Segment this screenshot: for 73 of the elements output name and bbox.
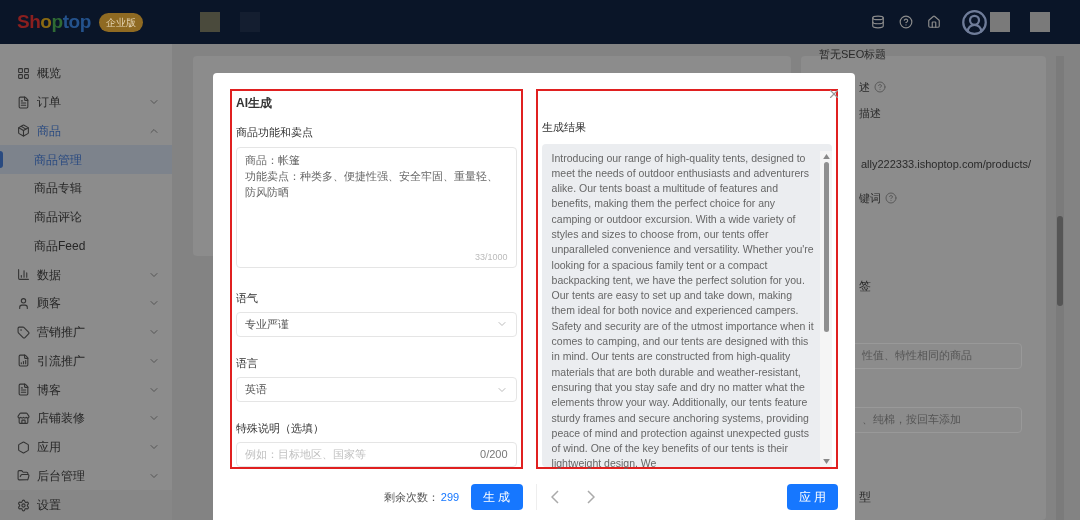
grid-icon (17, 66, 30, 80)
next-button[interactable] (586, 490, 595, 504)
menu-item[interactable]: 顾客 (0, 289, 172, 318)
menu-item[interactable]: 设置 (0, 490, 172, 520)
field-label: 商品功能和卖点 (236, 125, 314, 140)
menu-item[interactable]: 营销推广 (0, 317, 172, 347)
blurred-block (990, 12, 1010, 32)
char-counter: 0/200 (480, 447, 508, 463)
menu-item[interactable]: 店铺装修 (0, 404, 172, 433)
menu-item[interactable]: 概览 (0, 59, 172, 88)
edition-badge: 企业版 (98, 12, 143, 32)
menu-item[interactable]: 引流推广 (0, 346, 172, 376)
tone-select[interactable]: 专业严谨 (236, 312, 517, 337)
report-icon (17, 354, 30, 368)
section-title: 型 (859, 488, 871, 506)
document-icon (17, 95, 30, 109)
scrollbar[interactable] (1056, 56, 1064, 520)
folder-icon (17, 469, 30, 483)
submenu-item[interactable]: 商品专辑 (0, 174, 172, 203)
chevron-left-icon (550, 490, 559, 504)
scrollbar[interactable] (820, 150, 832, 467)
remaining-count: 299 (440, 489, 460, 505)
scroll-down-arrow-icon[interactable] (822, 459, 830, 464)
field-label: 语言 (236, 355, 259, 371)
seo-title: 暂无SEO标题 (819, 47, 887, 62)
active-indicator (0, 151, 3, 169)
field-label: 语气 (236, 290, 259, 306)
features-textarea[interactable]: 商品：帐篷 功能卖点：种类多、便捷性强、安全牢固、重量轻、防风防晒 33/1000 (236, 146, 517, 268)
help-icon (874, 80, 886, 93)
store-icon (17, 411, 30, 425)
menu-item[interactable]: 商品 (0, 116, 172, 146)
close-button[interactable] (827, 87, 841, 101)
logo[interactable]: Shoptop (17, 7, 91, 37)
field-value: 商品：帐篷 (245, 152, 301, 168)
generate-button[interactable]: 生 成 (471, 484, 523, 510)
tag-icon (17, 325, 30, 339)
menu-item[interactable]: 数据 (0, 260, 172, 289)
language-select[interactable]: 英语 (236, 377, 517, 402)
menu-item[interactable]: 博客 (0, 375, 172, 404)
menu-item[interactable]: 后台管理 (0, 461, 172, 491)
bar-chart-icon (17, 268, 30, 282)
scroll-up-arrow-icon[interactable] (822, 153, 830, 159)
url-text: ally222333.ishoptop.com/products/ (861, 156, 1031, 172)
remaining-label: 剩余次数： (383, 489, 439, 505)
settings-icon (17, 498, 30, 512)
previous-button[interactable] (550, 490, 559, 504)
section-title: 签 (859, 277, 871, 295)
panel-title: 生成结果 (541, 120, 587, 135)
field-value: 功能卖点：种类多、便捷性强、安全牢固、重量轻、防风防晒 (245, 168, 499, 200)
menu-item[interactable]: 订单 (0, 87, 172, 117)
submenu-item[interactable]: 商品Feed (0, 231, 172, 261)
hexagon-icon (17, 440, 30, 454)
menu-item[interactable]: 应用 (0, 432, 172, 462)
panel-title: AI生成 (236, 95, 273, 112)
submenu-item[interactable]: 商品管理 (0, 145, 172, 174)
help-icon[interactable] (899, 15, 913, 29)
home-icon[interactable] (927, 15, 941, 29)
blurred-block (199, 12, 220, 32)
field-label: 键词 (859, 191, 881, 206)
description-text: 描述 (859, 106, 881, 121)
field-label: 述 (859, 79, 870, 95)
user-icon (17, 296, 30, 310)
database-icon[interactable] (871, 15, 885, 29)
apply-button[interactable]: 应 用 (786, 484, 838, 510)
blurred-block (1030, 12, 1050, 32)
help-icon (885, 192, 897, 205)
submenu-item[interactable]: 商品评论 (0, 202, 172, 232)
document-icon (17, 383, 30, 397)
chevron-right-icon (586, 490, 595, 504)
box-icon (17, 124, 30, 138)
char-counter: 33/1000 (475, 251, 508, 265)
avatar-icon[interactable] (961, 8, 988, 36)
field-label: 特殊说明（选填） (236, 420, 325, 436)
